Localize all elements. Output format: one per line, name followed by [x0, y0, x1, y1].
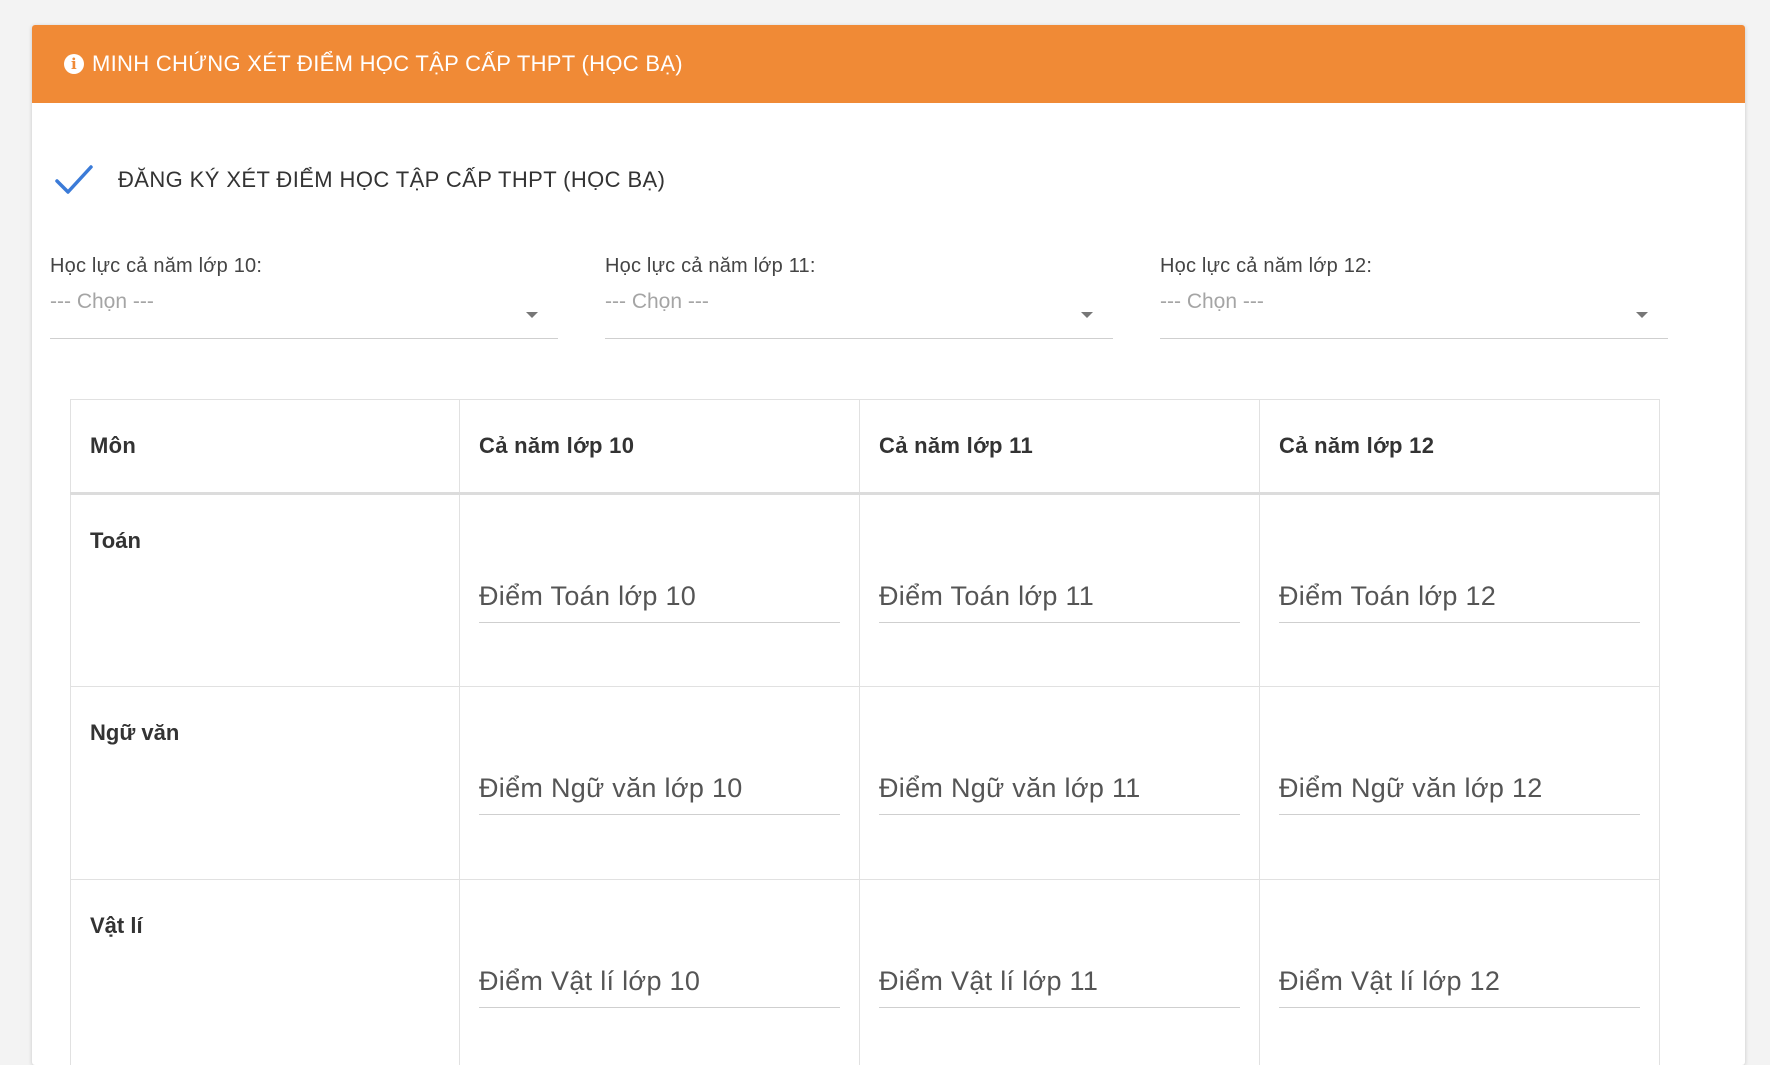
score-cell [1260, 880, 1660, 1065]
column-header-lop-12: Cả năm lớp 12 [1260, 400, 1660, 494]
caret-down-icon [526, 312, 538, 318]
table-row: Ngữ văn [71, 687, 1660, 880]
score-cell [460, 880, 860, 1065]
score-cell [860, 494, 1260, 687]
hoc-luc-lop-11-select[interactable]: --- Chọn --- [605, 290, 1113, 339]
table-row: Toán [71, 494, 1660, 687]
register-label: ĐĂNG KÝ XÉT ĐIỂM HỌC TẬP CẤP THPT (HỌC B… [118, 167, 665, 193]
hoc-luc-lop-10-select[interactable]: --- Chọn --- [50, 290, 558, 339]
score-input-vat-li-11[interactable] [879, 960, 1240, 1008]
score-cell [1260, 687, 1660, 880]
score-cell [860, 880, 1260, 1065]
card-header: i MINH CHỨNG XÉT ĐIỂM HỌC TẬP CẤP THPT (… [32, 25, 1745, 103]
checkmark-icon [54, 163, 94, 197]
score-input-toan-12[interactable] [1279, 575, 1640, 623]
score-cell [460, 494, 860, 687]
select-value: --- Chọn --- [605, 290, 709, 313]
select-group-lop-12: Học lực cả năm lớp 12: --- Chọn --- [1160, 255, 1668, 339]
card-title: MINH CHỨNG XÉT ĐIỂM HỌC TẬP CẤP THPT (HỌ… [92, 51, 683, 77]
score-cell [460, 687, 860, 880]
table-header-row: Môn Cả năm lớp 10 Cả năm lớp 11 Cả năm l… [71, 400, 1660, 494]
hoc-ba-card: i MINH CHỨNG XÉT ĐIỂM HỌC TẬP CẤP THPT (… [32, 25, 1745, 1065]
info-icon: i [64, 54, 84, 74]
score-cell [860, 687, 1260, 880]
select-label: Học lực cả năm lớp 11: [605, 255, 1113, 278]
score-input-ngu-van-11[interactable] [879, 767, 1240, 815]
subject-name: Ngữ văn [71, 687, 460, 880]
select-group-lop-10: Học lực cả năm lớp 10: --- Chọn --- [50, 255, 558, 339]
caret-down-icon [1081, 312, 1093, 318]
score-input-vat-li-12[interactable] [1279, 960, 1640, 1008]
score-cell [1260, 494, 1660, 687]
score-input-toan-11[interactable] [879, 575, 1240, 623]
register-checkbox[interactable]: ĐĂNG KÝ XÉT ĐIỂM HỌC TẬP CẤP THPT (HỌC B… [54, 163, 665, 197]
score-input-vat-li-10[interactable] [479, 960, 840, 1008]
select-group-lop-11: Học lực cả năm lớp 11: --- Chọn --- [605, 255, 1113, 339]
hoc-luc-lop-12-select[interactable]: --- Chọn --- [1160, 290, 1668, 339]
caret-down-icon [1636, 312, 1648, 318]
grades-table: Môn Cả năm lớp 10 Cả năm lớp 11 Cả năm l… [70, 399, 1660, 1065]
score-input-ngu-van-10[interactable] [479, 767, 840, 815]
select-value: --- Chọn --- [50, 290, 154, 313]
column-header-lop-10: Cả năm lớp 10 [460, 400, 860, 494]
subject-name: Toán [71, 494, 460, 687]
select-label: Học lực cả năm lớp 10: [50, 255, 558, 278]
table-row: Vật lí [71, 880, 1660, 1065]
select-value: --- Chọn --- [1160, 290, 1264, 313]
subject-name: Vật lí [71, 880, 460, 1065]
score-input-ngu-van-12[interactable] [1279, 767, 1640, 815]
column-header-lop-11: Cả năm lớp 11 [860, 400, 1260, 494]
column-header-mon: Môn [71, 400, 460, 494]
score-input-toan-10[interactable] [479, 575, 840, 623]
select-label: Học lực cả năm lớp 12: [1160, 255, 1668, 278]
